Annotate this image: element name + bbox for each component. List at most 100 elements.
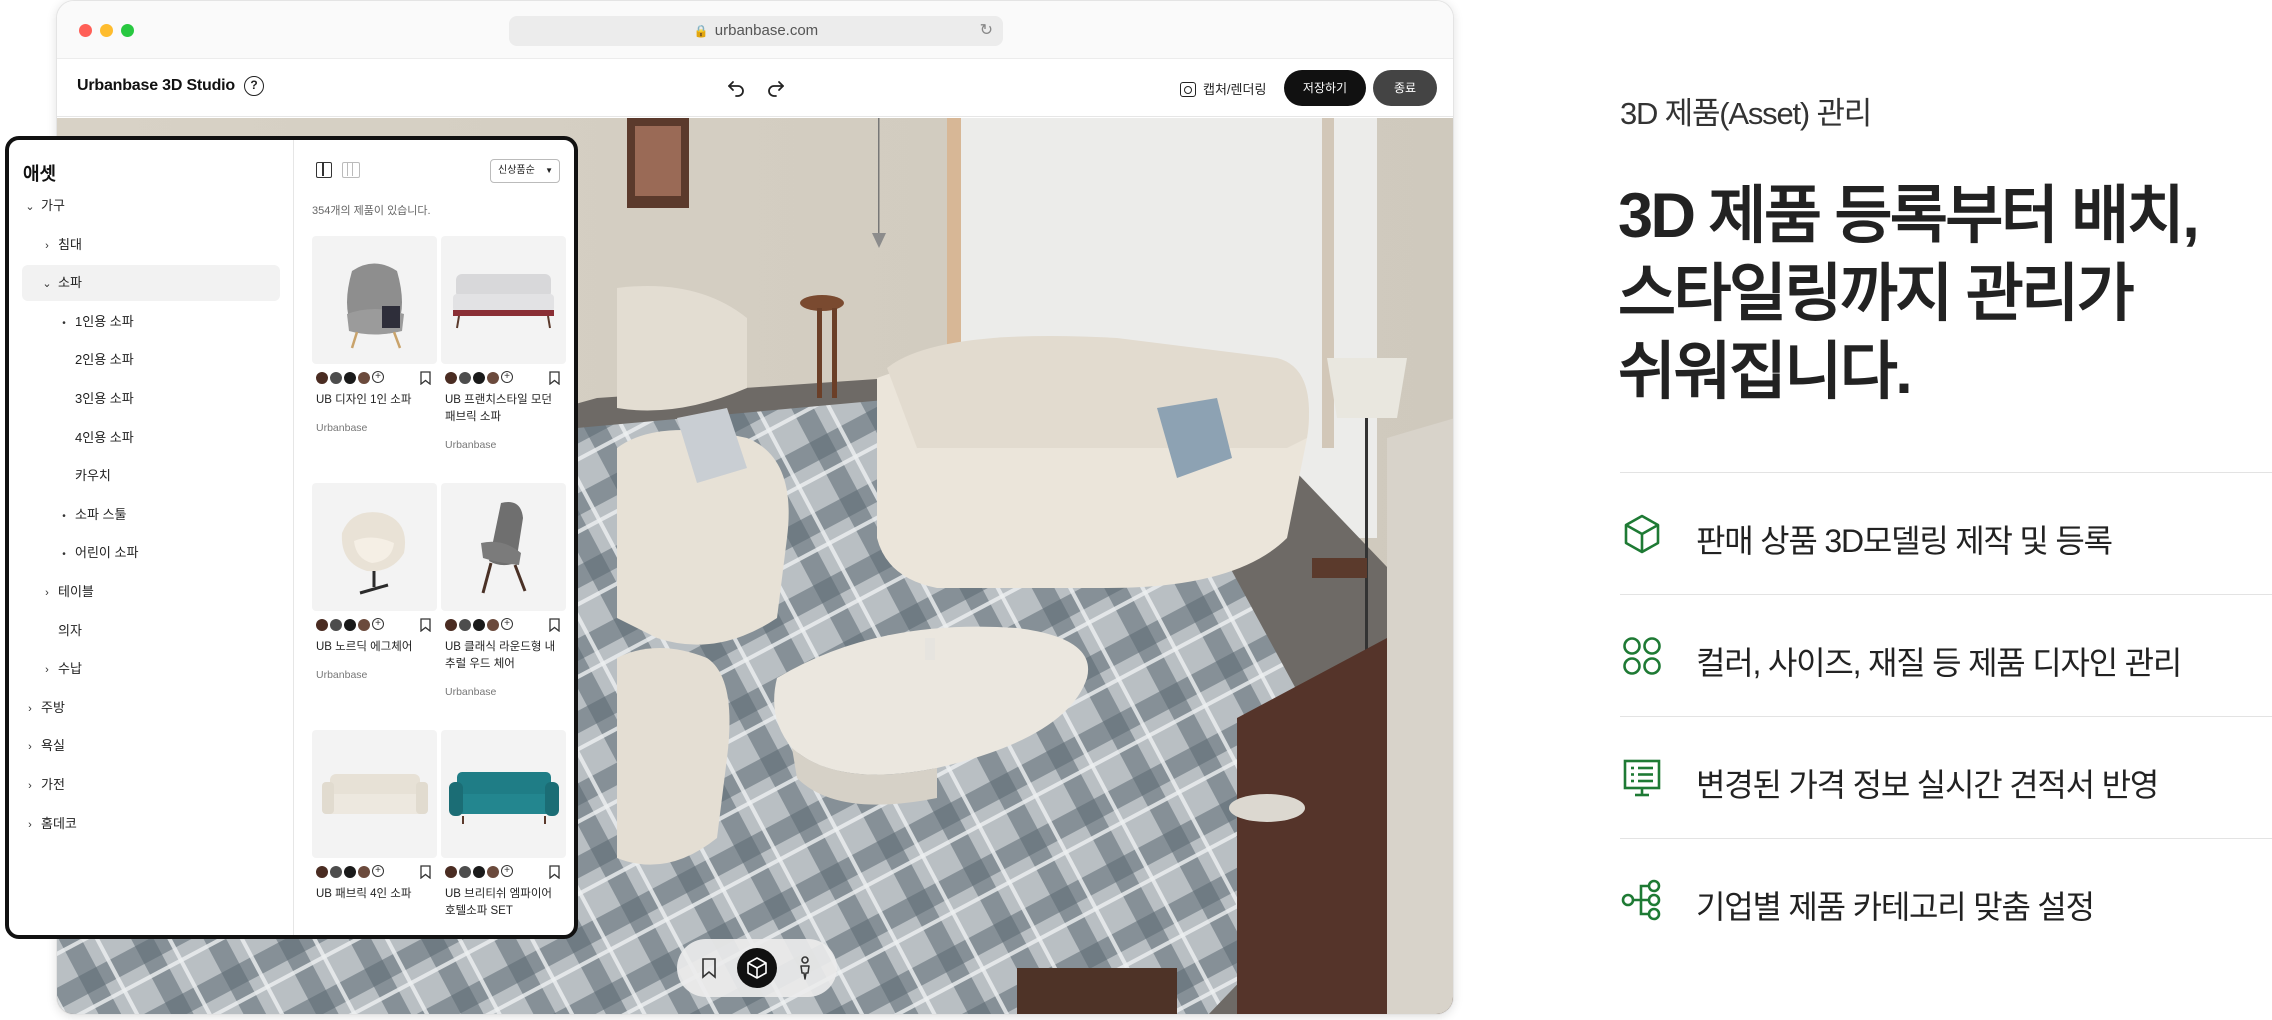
color-swatches: +: [316, 618, 386, 632]
tree-item[interactable]: › 가전: [9, 767, 289, 803]
color-swatch[interactable]: [330, 866, 342, 878]
product-card[interactable]: + UB 패브릭 4인 소파: [312, 730, 437, 935]
help-icon[interactable]: ?: [244, 76, 264, 96]
tree-item[interactable]: › 홈데코: [9, 806, 289, 842]
add-color-icon[interactable]: +: [372, 618, 384, 630]
color-swatch[interactable]: [473, 372, 485, 384]
product-thumbnail[interactable]: [312, 236, 437, 364]
tree-item[interactable]: › 욕실: [9, 728, 289, 764]
tree-item[interactable]: 2인용 소파: [9, 342, 289, 378]
sort-select[interactable]: 신상품순 ▼: [490, 159, 560, 183]
feature-text: 컬러, 사이즈, 재질 등 제품 디자인 관리: [1696, 645, 2182, 681]
two-column-layout-icon[interactable]: [316, 162, 332, 178]
exit-button[interactable]: 종료: [1373, 70, 1437, 106]
color-swatch[interactable]: [473, 866, 485, 878]
tree-item[interactable]: • 1인용 소파: [9, 304, 289, 340]
product-thumbnail[interactable]: [441, 236, 566, 364]
divider: [1620, 594, 2272, 595]
tree-item[interactable]: • 어린이 소파: [9, 535, 289, 571]
color-swatch[interactable]: [358, 619, 370, 631]
bookmark-icon[interactable]: [549, 371, 560, 385]
tree-item[interactable]: › 수납: [9, 651, 289, 687]
section-label: 3D 제품(Asset) 관리: [1620, 96, 1872, 131]
add-color-icon[interactable]: +: [372, 371, 384, 383]
color-swatch[interactable]: [330, 372, 342, 384]
tree-item[interactable]: › 침대: [9, 227, 289, 263]
add-color-icon[interactable]: +: [501, 371, 513, 383]
color-swatch[interactable]: [487, 866, 499, 878]
color-swatch[interactable]: [316, 372, 328, 384]
bookmark-icon[interactable]: [420, 865, 431, 879]
address-bar[interactable]: 🔒 urbanbase.com ↻: [509, 16, 1003, 46]
color-swatch[interactable]: [459, 619, 471, 631]
color-swatch[interactable]: [459, 866, 471, 878]
save-button[interactable]: 저장하기: [1284, 70, 1366, 106]
cube-view-icon[interactable]: [737, 948, 777, 988]
three-column-layout-icon[interactable]: [342, 162, 360, 178]
color-swatch[interactable]: [344, 372, 356, 384]
color-swatch[interactable]: [316, 619, 328, 631]
bookmark-icon[interactable]: [549, 618, 560, 632]
tree-item[interactable]: 의자: [9, 613, 289, 649]
tree-item-label: 수납: [58, 661, 82, 677]
tree-item-label: 의자: [58, 622, 82, 638]
product-card[interactable]: + UB 클래식 라운드형 내추럴 우드 체어 Urbanbase: [441, 483, 566, 713]
tree-item[interactable]: 4인용 소파: [9, 420, 289, 456]
url-text: urbanbase.com: [714, 22, 819, 39]
bookmark-icon[interactable]: [420, 618, 431, 632]
color-swatch[interactable]: [445, 619, 457, 631]
tree-item[interactable]: › 테이블: [9, 574, 289, 610]
person-view-icon[interactable]: [785, 948, 825, 988]
camera-icon: [1180, 82, 1196, 97]
reload-icon[interactable]: ↻: [980, 16, 993, 46]
product-name: UB 클래식 라운드형 내추럴 우드 체어: [445, 641, 556, 670]
tree-item[interactable]: ⌄ 가구: [9, 188, 289, 224]
product-card[interactable]: + UB 노르딕 에그체어 Urbanbase: [312, 483, 437, 713]
maximize-window-button[interactable]: [121, 24, 134, 37]
divider: [1620, 472, 2272, 473]
close-window-button[interactable]: [79, 24, 92, 37]
panel-title: 애셋: [23, 164, 57, 184]
feature-text: 판매 상품 3D모델링 제작 및 등록: [1696, 523, 2113, 559]
divider: [1620, 716, 2272, 717]
tree-item[interactable]: • 소파 스툴: [9, 497, 289, 533]
color-swatch[interactable]: [459, 372, 471, 384]
minimize-window-button[interactable]: [100, 24, 113, 37]
color-swatch[interactable]: [445, 372, 457, 384]
bookmark-icon[interactable]: [420, 371, 431, 385]
bookmark-icon[interactable]: [689, 948, 729, 988]
tree-item[interactable]: 카우치: [9, 458, 289, 494]
color-swatch[interactable]: [330, 619, 342, 631]
product-thumbnail[interactable]: [441, 730, 566, 858]
tree-item[interactable]: › 주방: [9, 690, 289, 726]
color-swatch[interactable]: [487, 372, 499, 384]
undo-icon[interactable]: [724, 75, 748, 99]
add-color-icon[interactable]: +: [501, 865, 513, 877]
color-swatch[interactable]: [344, 866, 356, 878]
product-thumbnail[interactable]: [312, 483, 437, 611]
color-swatch[interactable]: [487, 619, 499, 631]
app-toolbar: Urbanbase 3D Studio ? 캡처/렌더링 저장하기 종료: [57, 59, 1453, 117]
tree-item[interactable]: 3인용 소파: [9, 381, 289, 417]
tree-item[interactable]: ⌄ 소파: [22, 265, 280, 302]
product-name: UB 디자인 1인 소파: [316, 394, 412, 406]
lock-icon: 🔒: [693, 24, 709, 38]
add-color-icon[interactable]: +: [372, 865, 384, 877]
product-thumbnail[interactable]: [441, 483, 566, 611]
color-swatch[interactable]: [358, 372, 370, 384]
product-card[interactable]: + UB 브리티쉬 엠파이어 호텔소파 SET: [441, 730, 566, 935]
color-swatch[interactable]: [358, 866, 370, 878]
product-card[interactable]: + UB 디자인 1인 소파 Urbanbase: [312, 236, 437, 466]
capture-render-button[interactable]: 캡처/렌더링: [1180, 79, 1266, 98]
product-thumbnail[interactable]: [312, 730, 437, 858]
product-card[interactable]: + UB 프랜치스타일 모던 패브릭 소파 Urbanbase: [441, 236, 566, 466]
color-swatch[interactable]: [473, 619, 485, 631]
chevron-right-icon: ›: [45, 587, 49, 599]
redo-icon[interactable]: [764, 75, 788, 99]
headline-line-3: 쉬워집니다.: [1618, 337, 1913, 407]
color-swatch[interactable]: [316, 866, 328, 878]
color-swatch[interactable]: [445, 866, 457, 878]
bookmark-icon[interactable]: [549, 865, 560, 879]
color-swatch[interactable]: [344, 619, 356, 631]
add-color-icon[interactable]: +: [501, 618, 513, 630]
